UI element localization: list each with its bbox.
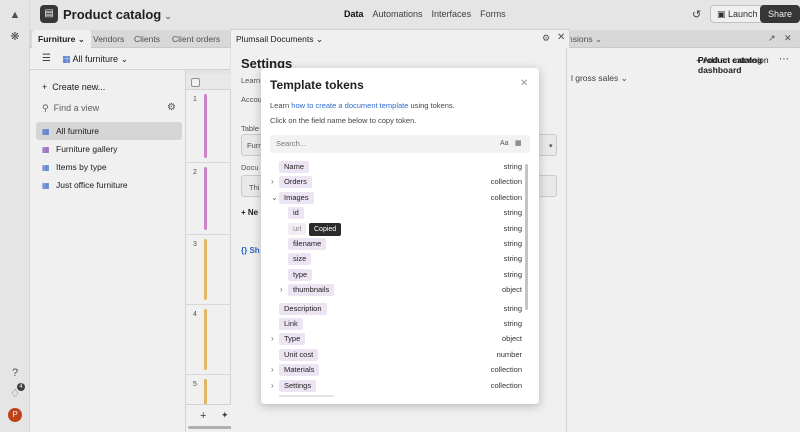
token-chip[interactable]: Description — [279, 302, 327, 315]
token-chip[interactable]: url — [288, 222, 307, 235]
token-row[interactable]: › Materials collection — [261, 363, 539, 378]
copy-hint: Click on the field name below to copy to… — [270, 116, 417, 125]
token-chip[interactable]: size — [288, 253, 312, 266]
token-type: string — [503, 223, 522, 233]
close-icon[interactable]: ✕ — [520, 78, 528, 89]
chevron-down-icon[interactable]: ⌄ — [271, 193, 278, 202]
token-type: string — [503, 319, 522, 328]
token-type: string — [503, 303, 522, 313]
token-type: string — [503, 269, 522, 279]
chevron-right-icon[interactable]: › — [280, 285, 283, 294]
token-type: string — [503, 254, 522, 264]
learn-suffix: using tokens. — [408, 101, 455, 110]
token-row[interactable]: id string — [261, 206, 539, 221]
token-type: string — [503, 208, 522, 218]
token-type: collection — [490, 177, 522, 187]
template-tokens-modal: Template tokens ✕ Learn how to create a … — [261, 68, 539, 404]
chevron-right-icon[interactable]: › — [271, 177, 274, 186]
token-type: collection — [490, 380, 522, 390]
token-row[interactable]: ⌄ Images collection — [261, 191, 539, 206]
token-row[interactable]: Unit cost number — [261, 348, 539, 363]
token-chip[interactable]: Unit cost — [279, 348, 319, 361]
token-row[interactable]: url string — [261, 222, 539, 237]
token-chip[interactable]: Type — [279, 333, 306, 346]
token-row[interactable]: filename string — [261, 237, 539, 252]
token-type: string — [503, 162, 522, 171]
token-type: collection — [490, 192, 522, 202]
token-type: object — [501, 334, 522, 344]
vertical-scrollbar[interactable] — [525, 164, 528, 310]
token-chip[interactable]: Settings — [279, 379, 317, 392]
copied-tooltip: Copied — [309, 223, 342, 236]
token-type: number — [496, 349, 522, 359]
token-chip[interactable]: thumbnails — [288, 284, 335, 297]
token-row[interactable]: Link string — [261, 317, 539, 332]
chevron-right-icon[interactable]: › — [271, 381, 274, 390]
token-type: string — [503, 239, 522, 248]
token-row[interactable]: type string — [261, 268, 539, 283]
token-row[interactable]: Description string — [261, 302, 539, 317]
token-row[interactable]: size string — [261, 252, 539, 267]
match-case-toggle[interactable]: Aa — [500, 140, 509, 147]
token-chip[interactable]: Link — [279, 318, 303, 330]
token-row[interactable]: › Orders collection — [261, 175, 539, 190]
token-row[interactable]: › thumbnails object — [261, 283, 539, 298]
token-row[interactable]: › Settings collection — [261, 379, 539, 394]
learn-prefix: Learn — [270, 101, 292, 110]
learn-text: Learn how to create a document template … — [270, 101, 455, 110]
token-type: collection — [490, 365, 522, 375]
token-chip[interactable]: type — [288, 268, 313, 281]
token-chip[interactable]: Name — [279, 161, 310, 173]
chevron-right-icon[interactable]: › — [271, 334, 274, 343]
create-template-link[interactable]: how to create a document template — [291, 101, 408, 110]
token-row[interactable]: › Type object — [261, 332, 539, 347]
token-row[interactable]: Name string — [261, 160, 539, 175]
token-type: object — [501, 285, 522, 295]
modal-title: Template tokens — [270, 78, 364, 92]
token-chip[interactable]: Orders — [279, 176, 312, 189]
token-chip[interactable]: Images — [279, 191, 314, 204]
list-fade — [279, 395, 334, 397]
regex-toggle-icon[interactable]: ▦ — [515, 139, 522, 147]
token-chip[interactable]: id — [288, 207, 304, 220]
token-search-input[interactable]: Search... — [270, 135, 530, 153]
chevron-right-icon[interactable]: › — [271, 365, 274, 374]
token-chip[interactable]: filename — [288, 238, 327, 250]
token-chip[interactable]: Materials — [279, 364, 320, 377]
